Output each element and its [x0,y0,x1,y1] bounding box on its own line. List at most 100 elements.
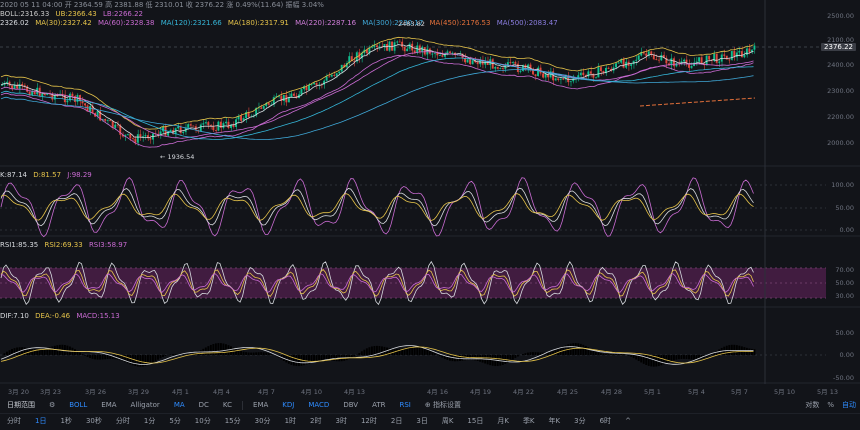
macd-bar [607,354,610,355]
ma-300-line [0,69,754,140]
chart-canvas[interactable] [0,0,860,398]
indicator-dc[interactable]: DC [192,401,216,409]
kdj-axis-label: 50.00 [835,204,854,212]
interval-option[interactable]: 15日 [460,416,490,426]
candle-body [544,74,547,78]
rsi-axis-label: 50.00 [835,279,854,287]
interval-option[interactable]: 3时 [329,416,354,426]
candle-body [594,77,597,79]
interval-option[interactable]: 30秒 [79,416,109,426]
interval-option[interactable]: 12时 [354,416,384,426]
candle-body [441,55,444,57]
sub-indicator-kdj[interactable]: KDJ [275,401,301,409]
sub-indicator-atr[interactable]: ATR [365,401,392,409]
sub-indicator-macd[interactable]: MACD [301,401,336,409]
price-axis-label: 2400.00 [827,61,854,69]
macd-bar [577,343,580,355]
candle-body [204,122,207,124]
candle-body [71,93,74,97]
interval-option[interactable]: 分时 [109,416,137,426]
kdj-j: J:98.29 [67,171,92,179]
macd-bar [224,344,227,355]
indicator-ma[interactable]: MA [167,401,192,409]
macd-bar [295,355,298,367]
interval-option[interactable]: 1分 [137,416,162,426]
macd-bar [539,352,542,355]
candle-body [222,123,225,128]
candle-body [164,126,167,136]
macd-bar [172,354,175,355]
indicator-ema[interactable]: EMA [94,401,123,409]
time-axis-label: 4月 16 [427,388,448,396]
macd-bar [645,355,648,365]
candle-body [672,58,675,67]
indicator-alligator[interactable]: Alligator [124,401,167,409]
interval-option[interactable]: 2日 [384,416,409,426]
candle-body [690,66,693,68]
interval-option[interactable]: 分时 [0,416,28,426]
settings-icon[interactable]: ⚙ [42,401,62,409]
candle-body [630,64,633,66]
interval-option[interactable]: 2时 [303,416,328,426]
sub-indicator-ema[interactable]: EMA [246,401,275,409]
macd-bar [602,353,605,355]
interval-option[interactable]: 1日 [28,416,53,426]
time-axis-label: 4月 7 [258,388,275,396]
indicator-settings-button[interactable]: ⊕ 指标设置 [418,400,468,410]
macd-bar [267,353,270,355]
boll-lower-line [0,54,754,148]
interval-option[interactable]: 周K [435,416,461,426]
time-axis-label: 4月 28 [601,388,622,396]
macd-bar [73,349,76,355]
macd-bar [524,353,527,355]
ma-120-line [0,57,754,140]
interval-option[interactable]: 季K [516,416,542,426]
candle-body [494,67,497,69]
macd-bar [257,352,260,355]
interval-option[interactable]: 3日 [409,416,434,426]
candle-body [484,61,487,65]
indicator-kc[interactable]: KC [216,401,239,409]
candle-body [740,51,743,58]
macd-bar [572,343,575,355]
ma-60-line [0,51,754,139]
macd-bar [526,352,529,355]
kdj-axis-label: 0.00 [839,226,854,234]
candle-body [466,59,469,63]
macd-bar [252,352,255,355]
interval-option[interactable]: 1秒 [53,416,78,426]
indicator-boll[interactable]: BOLL [62,401,94,409]
date-range-button[interactable]: 日期范围 [0,400,42,410]
kdj-k-line [0,187,754,227]
low-price-value: 1936.54 [167,153,195,161]
sub-indicator-dbv[interactable]: DBV [336,401,365,409]
macd-bar [207,346,210,355]
interval-option[interactable]: 5分 [162,416,187,426]
macd-axis-label: 50.00 [835,329,854,337]
candle-body [557,78,560,80]
sub-indicator-rsi[interactable]: RSI [392,401,417,409]
interval-option[interactable]: 10分 [188,416,218,426]
macd-bar [104,355,107,360]
interval-option[interactable]: ^ [618,417,638,425]
candle-body [66,100,69,103]
macd-bar [534,352,537,355]
candle-body [698,57,701,62]
macd-bar [599,353,602,355]
auto-scale-toggle[interactable]: 自动 [842,400,856,410]
interval-option[interactable]: 3分 [567,416,592,426]
interval-option[interactable]: 6时 [593,416,618,426]
interval-option[interactable]: 1时 [278,416,303,426]
log-scale-toggle[interactable]: 对数 [805,400,819,410]
candle-body [333,74,336,76]
candle-body [396,41,399,43]
interval-option[interactable]: 15分 [218,416,248,426]
interval-option[interactable]: 30分 [248,416,278,426]
interval-option[interactable]: 年K [542,416,568,426]
interval-option[interactable]: 月K [490,416,516,426]
macd-bar [657,355,660,367]
percent-scale-toggle[interactable]: % [827,401,834,409]
macd-bar [16,347,19,355]
macd-bar [318,355,321,361]
candle-body [116,124,119,126]
